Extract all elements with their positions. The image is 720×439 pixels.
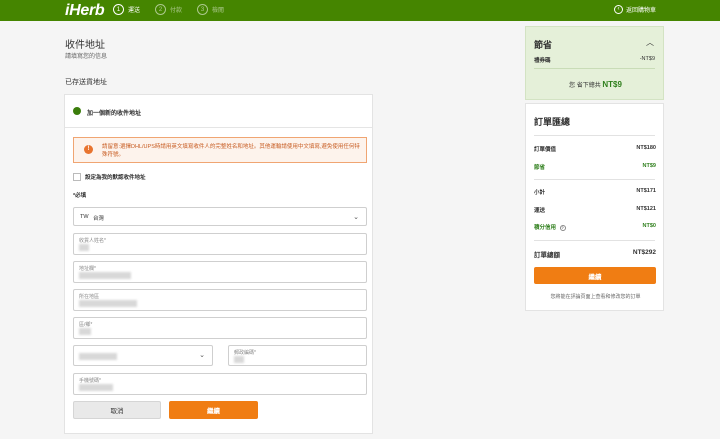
default-address-checkbox[interactable]: [73, 173, 81, 181]
back-to-cart-link[interactable]: ‹ 返回購物車: [613, 5, 656, 14]
step-number: 3: [197, 4, 209, 15]
phone-field[interactable]: 手機號碼*: [73, 373, 367, 395]
chevron-down-icon: ⌄: [199, 352, 205, 359]
step-number: 1: [113, 4, 124, 15]
row-label: 小計: [534, 190, 546, 196]
row-value: NT$180: [636, 145, 656, 151]
total-savings-value: NT$9: [602, 80, 622, 89]
step-shipping: 1 運送: [113, 4, 140, 15]
divider: [534, 135, 655, 136]
rewards-credit-label-wrap: 積分信用 ?: [534, 223, 566, 231]
recipient-name-field[interactable]: 收貨人姓名*: [73, 233, 367, 255]
warning-icon: !: [84, 145, 93, 154]
cancel-button[interactable]: 取消: [73, 401, 161, 419]
step-label: 付款: [170, 8, 183, 14]
coupon-label: 禮券碼: [534, 58, 551, 64]
redacted-value: [79, 272, 131, 279]
chevron-up-icon[interactable]: ︿: [646, 37, 654, 48]
country-select[interactable]: TW 台灣 ⌄: [73, 207, 367, 226]
row-label: 訂單總額: [534, 252, 560, 259]
postal-code-label: 郵政編碼*: [234, 350, 256, 356]
district-field[interactable]: 區/鄉*: [73, 317, 367, 339]
chevron-down-icon: ⌄: [353, 214, 359, 221]
city-select[interactable]: ⌄: [73, 345, 213, 366]
page-subtitle: 請填寫您的信息: [65, 54, 108, 60]
redacted-value: [79, 244, 89, 251]
recipient-name-label: 收貨人姓名*: [79, 238, 106, 244]
step-payment: 2 付款: [155, 4, 182, 15]
required-note: *必填: [73, 193, 87, 199]
address-line1-label: 地址欄*: [79, 266, 96, 272]
checkout-steps: 1 運送 2 付款 3 檢閱: [113, 4, 239, 15]
radio-selected-icon[interactable]: [73, 107, 81, 115]
order-total-row: 訂單總額 NT$292: [534, 249, 656, 259]
coupon-value: -NT$9: [639, 56, 655, 62]
add-new-address-option[interactable]: 加一個新的收件地址: [65, 95, 372, 128]
savings-title: 節省: [534, 40, 553, 50]
summary-note: 您將能在評論頁面上查看和修改您的訂單: [550, 294, 641, 300]
row-value: NT$9: [642, 163, 656, 169]
chevron-left-icon: ‹: [613, 5, 623, 14]
help-icon[interactable]: ?: [559, 224, 566, 231]
redacted-value: [79, 328, 91, 335]
address-line1-field[interactable]: 地址欄*: [73, 261, 367, 283]
row-label: 訂單價值: [534, 147, 557, 153]
row-label: 運送: [534, 208, 546, 214]
savings-panel: 節省 ︿ 禮券碼 -NT$9 您 省下總共 NT$9: [525, 26, 664, 100]
continue-button[interactable]: 繼續: [169, 401, 258, 419]
notice-text: 請留意:選擇DHL/UPS時請用英文填寫收件人的完整姓名和地址。其他運輸請使用中…: [102, 144, 360, 158]
saved-addresses-label: 已存送貨地址: [65, 79, 107, 86]
divider: [534, 68, 655, 69]
back-to-cart-label: 返回購物車: [625, 8, 656, 14]
address-form-card: 加一個新的收件地址 ! 請留意:選擇DHL/UPS時請用英文填寫收件人的完整姓名…: [64, 94, 373, 434]
row-value: NT$0: [642, 223, 656, 229]
step-review: 3 檢閱: [197, 4, 224, 15]
address-line2-label: 所在地區: [79, 294, 100, 300]
shipping-notice: ! 請留意:選擇DHL/UPS時請用英文填寫收件人的完整姓名和地址。其他運輸請使…: [73, 137, 367, 163]
row-label: 節省: [534, 165, 546, 171]
top-bar: iHerb 1 運送 2 付款 3 檢閱 ‹ 返回購物車: [0, 0, 720, 21]
redacted-value: [79, 300, 137, 307]
total-savings: 您 省下總共 NT$9: [526, 80, 665, 89]
row-value: NT$121: [636, 206, 656, 212]
redacted-value: [234, 356, 244, 363]
order-value-row: 訂單價值 NT$180: [534, 145, 656, 153]
add-new-address-label: 加一個新的收件地址: [87, 111, 142, 117]
row-label: 積分信用: [534, 225, 557, 231]
step-label: 運送: [128, 8, 141, 14]
address-line2-field[interactable]: 所在地區: [73, 289, 367, 311]
savings-row: 節省 NT$9: [534, 163, 656, 171]
redacted-value: [79, 384, 113, 391]
redacted-value: [79, 353, 117, 360]
divider: [534, 240, 655, 241]
default-address-label: 設定為我的默認收件地址: [85, 175, 146, 181]
step-label: 檢閱: [212, 8, 225, 14]
subtotal-row: 小計 NT$171: [534, 188, 656, 196]
shipping-row: 運送 NT$121: [534, 206, 656, 214]
country-name: 台灣: [93, 216, 105, 222]
summary-continue-button[interactable]: 繼續: [534, 267, 656, 284]
total-savings-prefix: 您 省下總共: [569, 83, 601, 89]
iherb-logo[interactable]: iHerb: [65, 2, 105, 20]
divider: [534, 179, 655, 180]
phone-label: 手機號碼*: [79, 378, 101, 384]
step-number: 2: [155, 4, 167, 15]
district-label: 區/鄉*: [79, 322, 93, 328]
postal-code-field[interactable]: 郵政編碼*: [228, 345, 367, 366]
row-value: NT$292: [632, 249, 656, 256]
row-value: NT$171: [636, 188, 656, 194]
rewards-credit-row: 積分信用 ? NT$0: [534, 223, 656, 231]
order-summary-title: 訂單匯總: [534, 117, 571, 127]
page-title: 收件地址: [65, 40, 105, 51]
country-code: TW: [80, 214, 89, 220]
order-summary-panel: 訂單匯總 訂單價值 NT$180 節省 NT$9 小計 NT$171 運送 NT…: [525, 103, 664, 311]
default-address-checkbox-row[interactable]: 設定為我的默認收件地址: [73, 173, 146, 181]
